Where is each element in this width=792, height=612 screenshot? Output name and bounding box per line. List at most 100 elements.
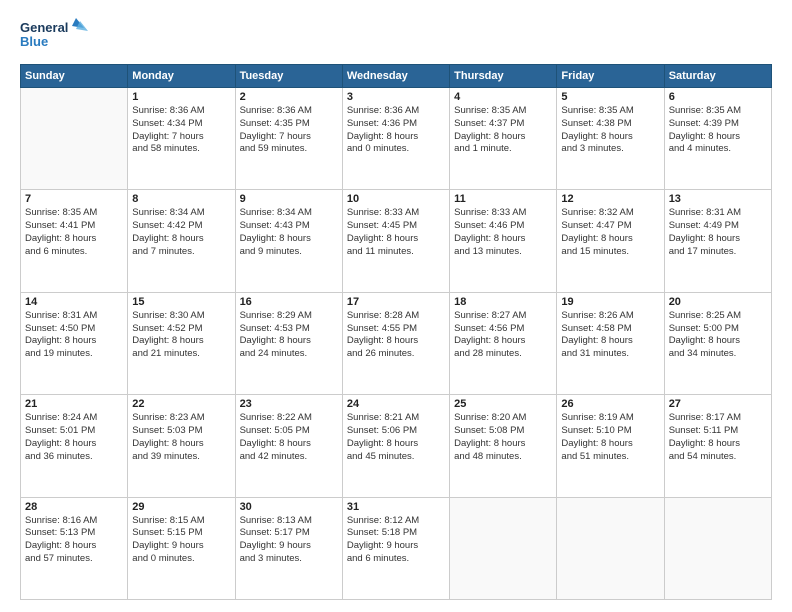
sunrise-info: Sunrise: 8:15 AM [132, 515, 230, 528]
week-row-4: 21Sunrise: 8:24 AMSunset: 5:01 PMDayligh… [21, 395, 772, 497]
daylight-info: Daylight: 8 hours [25, 233, 123, 246]
calendar-cell: 13Sunrise: 8:31 AMSunset: 4:49 PMDayligh… [664, 190, 771, 292]
calendar-cell: 20Sunrise: 8:25 AMSunset: 5:00 PMDayligh… [664, 292, 771, 394]
daylight-info: Daylight: 8 hours [561, 233, 659, 246]
sunrise-info: Sunrise: 8:19 AM [561, 412, 659, 425]
daylight-hours: and 19 minutes. [25, 348, 123, 361]
calendar-cell: 24Sunrise: 8:21 AMSunset: 5:06 PMDayligh… [342, 395, 449, 497]
day-number: 5 [561, 91, 659, 103]
sunrise-info: Sunrise: 8:13 AM [240, 515, 338, 528]
daylight-info: Daylight: 8 hours [240, 233, 338, 246]
daylight-hours: and 26 minutes. [347, 348, 445, 361]
day-number: 18 [454, 296, 552, 308]
sunset-info: Sunset: 4:38 PM [561, 118, 659, 131]
daylight-info: Daylight: 7 hours [240, 131, 338, 144]
sunset-info: Sunset: 4:43 PM [240, 220, 338, 233]
sunrise-info: Sunrise: 8:36 AM [347, 105, 445, 118]
day-number: 22 [132, 398, 230, 410]
daylight-info: Daylight: 8 hours [561, 335, 659, 348]
sunset-info: Sunset: 5:17 PM [240, 527, 338, 540]
sunset-info: Sunset: 5:18 PM [347, 527, 445, 540]
sunrise-info: Sunrise: 8:28 AM [347, 310, 445, 323]
sunrise-info: Sunrise: 8:35 AM [669, 105, 767, 118]
sunrise-info: Sunrise: 8:32 AM [561, 207, 659, 220]
sunrise-info: Sunrise: 8:29 AM [240, 310, 338, 323]
sunset-info: Sunset: 4:53 PM [240, 323, 338, 336]
sunrise-info: Sunrise: 8:31 AM [25, 310, 123, 323]
sunset-info: Sunset: 5:03 PM [132, 425, 230, 438]
sunrise-info: Sunrise: 8:16 AM [25, 515, 123, 528]
daylight-info: Daylight: 8 hours [25, 438, 123, 451]
daylight-info: Daylight: 8 hours [561, 131, 659, 144]
daylight-info: Daylight: 9 hours [240, 540, 338, 553]
day-number: 21 [25, 398, 123, 410]
sunrise-info: Sunrise: 8:35 AM [454, 105, 552, 118]
sunset-info: Sunset: 5:15 PM [132, 527, 230, 540]
day-number: 29 [132, 501, 230, 513]
daylight-info: Daylight: 8 hours [669, 233, 767, 246]
sunrise-info: Sunrise: 8:30 AM [132, 310, 230, 323]
daylight-hours: and 51 minutes. [561, 451, 659, 464]
daylight-hours: and 3 minutes. [240, 553, 338, 566]
sunrise-info: Sunrise: 8:21 AM [347, 412, 445, 425]
calendar-cell: 21Sunrise: 8:24 AMSunset: 5:01 PMDayligh… [21, 395, 128, 497]
sunset-info: Sunset: 5:08 PM [454, 425, 552, 438]
daylight-info: Daylight: 8 hours [25, 335, 123, 348]
daylight-info: Daylight: 8 hours [669, 131, 767, 144]
daylight-hours: and 0 minutes. [132, 553, 230, 566]
calendar-cell: 27Sunrise: 8:17 AMSunset: 5:11 PMDayligh… [664, 395, 771, 497]
day-number: 23 [240, 398, 338, 410]
sunset-info: Sunset: 4:52 PM [132, 323, 230, 336]
sunset-info: Sunset: 5:10 PM [561, 425, 659, 438]
logo: General Blue [20, 16, 90, 54]
sunset-info: Sunset: 4:47 PM [561, 220, 659, 233]
calendar-cell [664, 497, 771, 599]
sunrise-info: Sunrise: 8:23 AM [132, 412, 230, 425]
day-number: 31 [347, 501, 445, 513]
daylight-hours: and 4 minutes. [669, 143, 767, 156]
calendar-cell: 19Sunrise: 8:26 AMSunset: 4:58 PMDayligh… [557, 292, 664, 394]
week-row-3: 14Sunrise: 8:31 AMSunset: 4:50 PMDayligh… [21, 292, 772, 394]
daylight-hours: and 45 minutes. [347, 451, 445, 464]
col-header-monday: Monday [128, 65, 235, 88]
svg-text:General: General [20, 20, 68, 35]
sunrise-info: Sunrise: 8:31 AM [669, 207, 767, 220]
day-number: 25 [454, 398, 552, 410]
day-number: 4 [454, 91, 552, 103]
daylight-info: Daylight: 8 hours [454, 131, 552, 144]
sunrise-info: Sunrise: 8:12 AM [347, 515, 445, 528]
sunset-info: Sunset: 4:39 PM [669, 118, 767, 131]
calendar-cell: 4Sunrise: 8:35 AMSunset: 4:37 PMDaylight… [450, 88, 557, 190]
daylight-hours: and 15 minutes. [561, 246, 659, 259]
calendar-cell: 16Sunrise: 8:29 AMSunset: 4:53 PMDayligh… [235, 292, 342, 394]
daylight-info: Daylight: 8 hours [347, 131, 445, 144]
daylight-hours: and 7 minutes. [132, 246, 230, 259]
sunrise-info: Sunrise: 8:17 AM [669, 412, 767, 425]
sunset-info: Sunset: 4:45 PM [347, 220, 445, 233]
day-number: 27 [669, 398, 767, 410]
day-number: 8 [132, 193, 230, 205]
daylight-info: Daylight: 8 hours [240, 335, 338, 348]
sunset-info: Sunset: 5:01 PM [25, 425, 123, 438]
calendar-cell: 31Sunrise: 8:12 AMSunset: 5:18 PMDayligh… [342, 497, 449, 599]
sunset-info: Sunset: 4:49 PM [669, 220, 767, 233]
col-header-wednesday: Wednesday [342, 65, 449, 88]
sunset-info: Sunset: 4:36 PM [347, 118, 445, 131]
sunrise-info: Sunrise: 8:36 AM [240, 105, 338, 118]
sunset-info: Sunset: 4:41 PM [25, 220, 123, 233]
daylight-hours: and 1 minute. [454, 143, 552, 156]
calendar-cell: 1Sunrise: 8:36 AMSunset: 4:34 PMDaylight… [128, 88, 235, 190]
calendar-cell: 12Sunrise: 8:32 AMSunset: 4:47 PMDayligh… [557, 190, 664, 292]
sunset-info: Sunset: 4:35 PM [240, 118, 338, 131]
day-number: 26 [561, 398, 659, 410]
col-header-saturday: Saturday [664, 65, 771, 88]
sunset-info: Sunset: 4:34 PM [132, 118, 230, 131]
daylight-info: Daylight: 8 hours [347, 335, 445, 348]
sunrise-info: Sunrise: 8:26 AM [561, 310, 659, 323]
sunrise-info: Sunrise: 8:33 AM [347, 207, 445, 220]
daylight-info: Daylight: 8 hours [25, 540, 123, 553]
day-number: 14 [25, 296, 123, 308]
day-number: 3 [347, 91, 445, 103]
day-number: 15 [132, 296, 230, 308]
daylight-info: Daylight: 8 hours [132, 438, 230, 451]
